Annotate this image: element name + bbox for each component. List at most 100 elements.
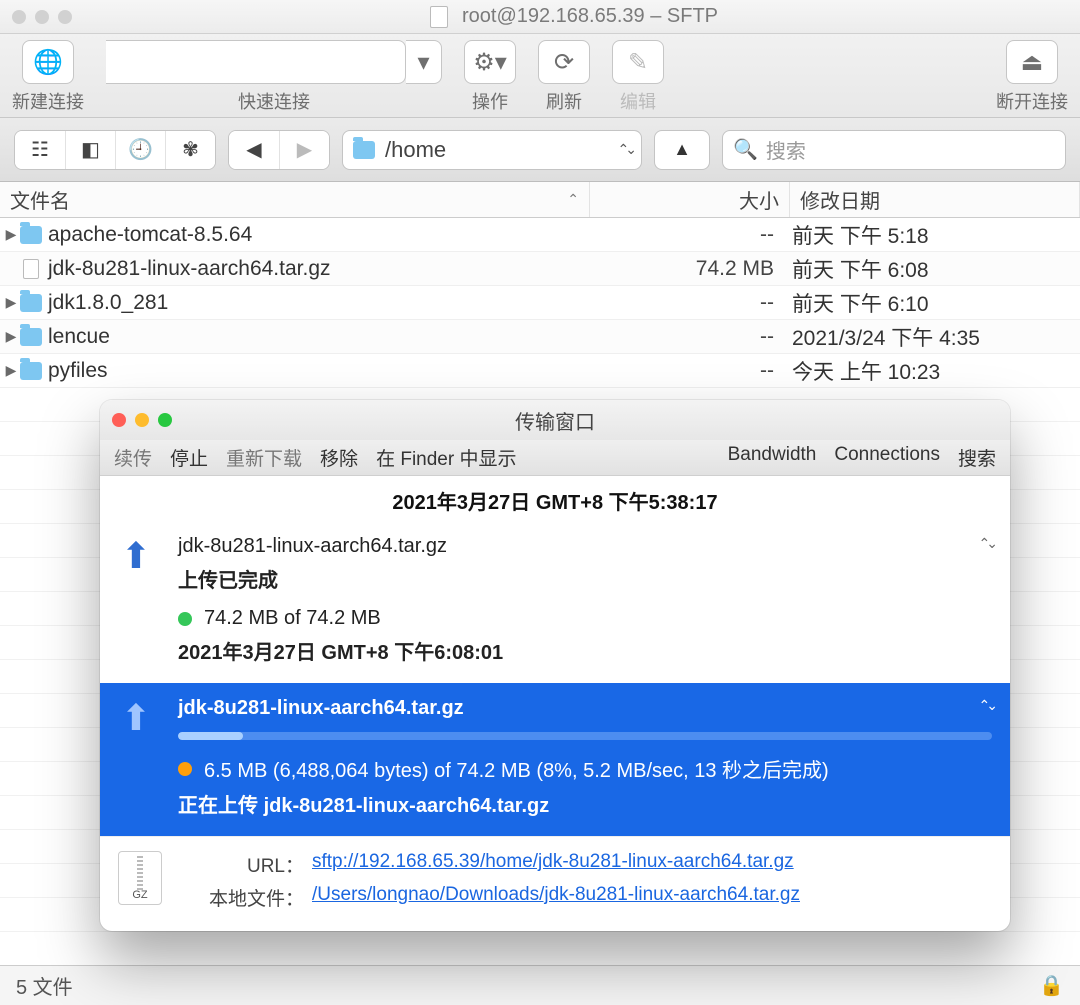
col-name[interactable]: 文件名 ⌃ [0, 182, 590, 217]
transfer-group-time: 2021年3月27日 GMT+8 下午5:38:17 [100, 476, 1010, 521]
transfer-time: 2021年3月27日 GMT+8 下午6:08:01 [178, 636, 992, 665]
file-size: -- [588, 223, 786, 247]
quick-connect-label: 快速连接 [238, 88, 310, 114]
local-label: 本地文件： [184, 884, 304, 911]
local-link[interactable]: /Users/longnao/Downloads/jdk-8u281-linux… [312, 884, 800, 905]
new-connection-label: 新建连接 [12, 88, 84, 114]
chevron-updown-icon: ⌃⌄ [618, 141, 633, 158]
window-title: root@192.168.65.39 – SFTP [462, 5, 718, 28]
transfer-entry-done[interactable]: ⬆ jdk-8u281-linux-aarch64.tar.gz 上传已完成 7… [100, 521, 1010, 683]
view-mode-segment[interactable]: ☷ ◧ 🕘 ✾ [14, 130, 216, 170]
outline-view-icon[interactable]: ☷ [15, 131, 65, 169]
chevron-updown-icon[interactable]: ⌃⌄ [979, 697, 994, 714]
edit-label: 编辑 [620, 88, 656, 114]
disconnect-label: 断开连接 [996, 88, 1068, 114]
transfer-entry-active[interactable]: ⬆ jdk-8u281-linux-aarch64.tar.gz 6.5 MB … [100, 683, 1010, 836]
minimize-icon[interactable] [135, 413, 149, 427]
quick-connect-dropdown[interactable]: ▾ [406, 40, 442, 84]
reveal-button[interactable]: 在 Finder 中显示 [376, 444, 516, 471]
url-link[interactable]: sftp://192.168.65.39/home/jdk-8u281-linu… [312, 851, 794, 872]
resume-button[interactable]: 续传 [114, 444, 152, 471]
close-icon[interactable] [112, 413, 126, 427]
main-titlebar: root@192.168.65.39 – SFTP [0, 0, 1080, 34]
redownload-button[interactable]: 重新下载 [226, 444, 302, 471]
disconnect-button[interactable]: ⏏ [1006, 40, 1058, 84]
disclosure-triangle-icon[interactable]: ▶ [4, 294, 18, 311]
transfer-bytes: 74.2 MB of 74.2 MB [204, 607, 381, 630]
folder-icon [18, 328, 44, 346]
disclosure-triangle-icon[interactable]: ▶ [4, 328, 18, 345]
file-icon [18, 259, 44, 279]
folder-icon [18, 226, 44, 244]
table-row[interactable]: jdk-8u281-linux-aarch64.tar.gz74.2 MB前天 … [0, 252, 1080, 286]
refresh-button[interactable]: ⟳ [538, 40, 590, 84]
stop-button[interactable]: 停止 [170, 444, 208, 471]
col-size[interactable]: 大小 [590, 182, 790, 217]
quick-connect-input[interactable] [106, 40, 406, 84]
search-field[interactable]: 🔍 搜索 [722, 130, 1066, 170]
column-view-icon[interactable]: ◧ [65, 131, 115, 169]
go-up-button[interactable]: ▲ [654, 130, 710, 170]
status-bar: 5 文件 🔒 [0, 965, 1080, 1005]
traffic-lights[interactable] [12, 10, 72, 24]
file-name: pyfiles [44, 359, 588, 383]
col-date[interactable]: 修改日期 [790, 182, 1080, 217]
upload-arrow-icon: ⬆ [116, 697, 156, 818]
transfer-title: 传输窗口 [515, 406, 595, 435]
progress-bar [178, 732, 992, 740]
actions-button[interactable]: ⚙︎▾ [464, 40, 516, 84]
file-name: lencue [44, 325, 588, 349]
file-size: -- [588, 325, 786, 349]
remove-button[interactable]: 移除 [320, 444, 358, 471]
current-path: /home [385, 137, 446, 163]
file-size: -- [588, 291, 786, 315]
file-size: 74.2 MB [588, 257, 786, 281]
location-bar: ☷ ◧ 🕘 ✾ ◀ ▶ /home ⌃⌄ ▲ 🔍 搜索 [0, 118, 1080, 182]
file-date: 前天 下午 6:10 [786, 288, 1080, 318]
document-icon [430, 6, 448, 28]
file-name: jdk1.8.0_281 [44, 291, 588, 315]
folder-icon [18, 294, 44, 312]
lock-icon: 🔒 [1039, 973, 1064, 998]
refresh-label: 刷新 [546, 88, 582, 114]
transfer-titlebar[interactable]: 传输窗口 [100, 400, 1010, 440]
new-connection-button[interactable]: 🌐 [22, 40, 74, 84]
bonjour-icon[interactable]: ✾ [165, 131, 215, 169]
path-selector[interactable]: /home ⌃⌄ [342, 130, 642, 170]
chevron-updown-icon[interactable]: ⌃⌄ [979, 535, 994, 552]
transfer-status: 上传已完成 [178, 564, 992, 593]
file-date: 前天 下午 6:08 [786, 254, 1080, 284]
file-size: -- [588, 359, 786, 383]
table-row[interactable]: ▶pyfiles--今天 上午 10:23 [0, 354, 1080, 388]
search-icon: 🔍 [733, 137, 758, 162]
column-headers[interactable]: 文件名 ⌃ 大小 修改日期 [0, 182, 1080, 218]
upload-arrow-icon: ⬆ [116, 535, 156, 665]
nav-back-icon[interactable]: ◀ [229, 131, 279, 169]
table-row[interactable]: ▶ apache-tomcat-8.5.64--前天 下午 5:18 [0, 218, 1080, 252]
bandwidth-button[interactable]: Bandwidth [728, 444, 817, 471]
transfer-window: 传输窗口 续传 停止 重新下载 移除 在 Finder 中显示 Bandwidt… [100, 400, 1010, 931]
url-label: URL： [184, 851, 304, 878]
file-count: 5 文件 [16, 971, 73, 1000]
table-row[interactable]: ▶ jdk1.8.0_281--前天 下午 6:10 [0, 286, 1080, 320]
transfer-search-button[interactable]: 搜索 [958, 444, 996, 471]
file-name: jdk-8u281-linux-aarch64.tar.gz [44, 257, 588, 281]
file-date: 前天 下午 5:18 [786, 220, 1080, 250]
search-placeholder: 搜索 [766, 135, 806, 164]
connections-button[interactable]: Connections [834, 444, 940, 471]
edit-button[interactable]: ✎ [612, 40, 664, 84]
history-icon[interactable]: 🕘 [115, 131, 165, 169]
disclosure-triangle-icon[interactable]: ▶ [4, 226, 18, 243]
table-row[interactable]: ▶lencue--2021/3/24 下午 4:35 [0, 320, 1080, 354]
transfer-filename: jdk-8u281-linux-aarch64.tar.gz [178, 697, 992, 720]
nav-forward-icon[interactable]: ▶ [279, 131, 329, 169]
status-dot-ok [178, 612, 192, 626]
status-dot-progress [178, 762, 192, 776]
primary-toolbar: 🌐 新建连接 ▾ 快速连接 ⚙︎▾ 操作 ⟳ 刷新 ✎ 编辑 ⏏ 断开连接 [0, 34, 1080, 118]
file-name: apache-tomcat-8.5.64 [44, 223, 588, 247]
folder-icon [353, 141, 375, 159]
zoom-icon[interactable] [158, 413, 172, 427]
disclosure-triangle-icon[interactable]: ▶ [4, 362, 18, 379]
transfer-toolbar: 续传 停止 重新下载 移除 在 Finder 中显示 Bandwidth Con… [100, 440, 1010, 476]
nav-segment[interactable]: ◀ ▶ [228, 130, 330, 170]
